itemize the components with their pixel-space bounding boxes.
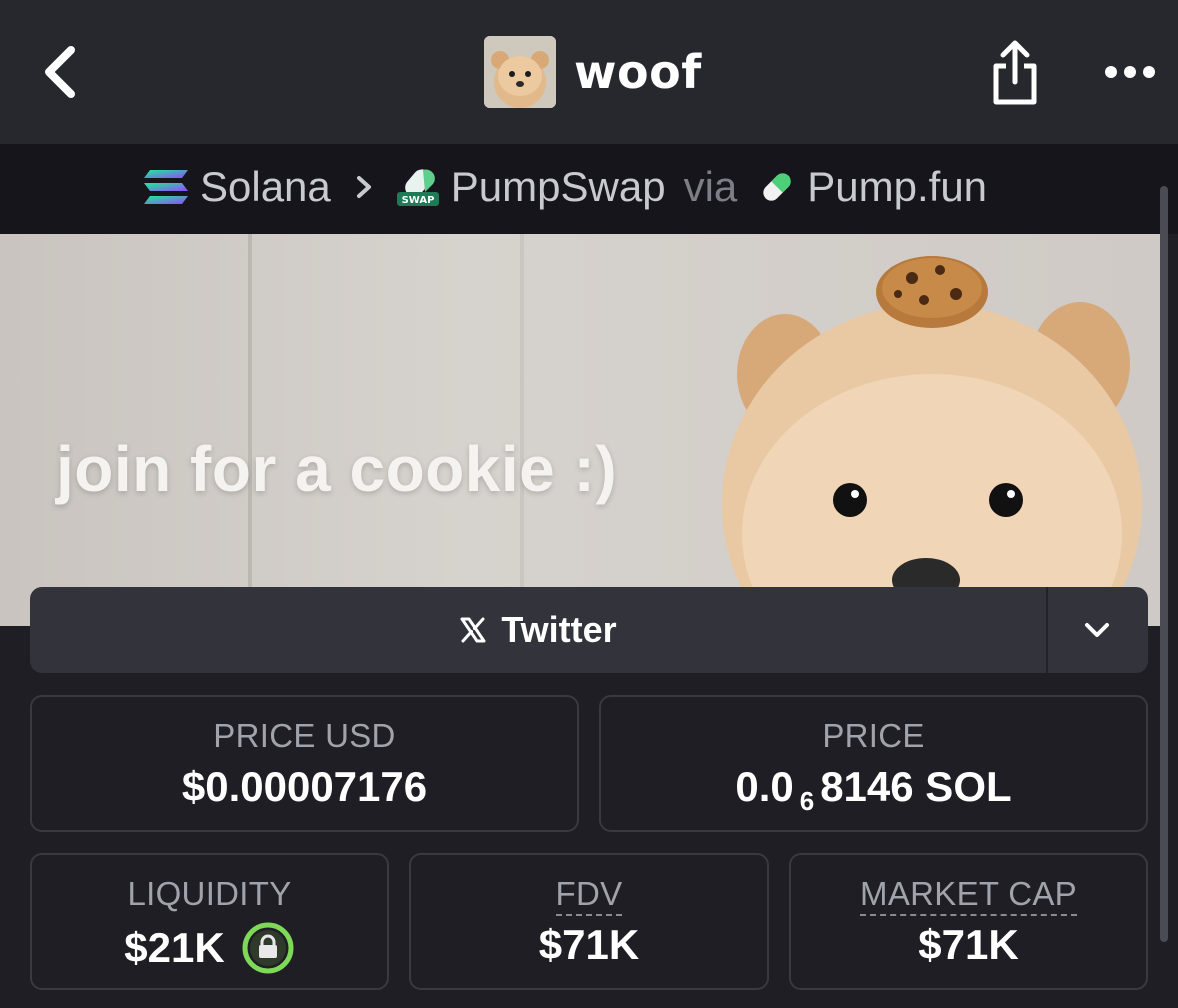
breadcrumb-launchpad[interactable]: Pump.fun xyxy=(807,163,987,211)
more-horizontal-icon xyxy=(1105,66,1155,78)
liquidity-label: LIQUIDITY xyxy=(127,875,292,912)
liquidity-value-row: $21K xyxy=(32,921,387,975)
fdv-label[interactable]: FDV xyxy=(411,875,767,916)
price-usd-card: PRICE USD $0.00007176 xyxy=(30,695,579,832)
chevron-left-icon xyxy=(45,46,75,98)
price-sol-label: PRICE xyxy=(822,717,925,754)
price-sol-prefix: 0.0 xyxy=(735,763,794,810)
twitter-button[interactable]: Twitter xyxy=(30,587,1048,673)
top-bar: woof xyxy=(0,0,1178,144)
market-cap-card: MARKET CAP $71K xyxy=(789,853,1148,990)
more-button[interactable] xyxy=(1100,52,1160,92)
breadcrumb-via: via xyxy=(683,163,738,210)
token-title: woof xyxy=(574,45,702,99)
market-cap-value: $71K xyxy=(918,921,1019,968)
social-dropdown-button[interactable] xyxy=(1048,587,1146,673)
token-title-group: woof xyxy=(484,36,702,108)
token-avatar xyxy=(484,36,556,108)
solana-icon xyxy=(142,168,190,206)
lock-icon[interactable] xyxy=(241,921,295,975)
x-logo-icon xyxy=(460,617,486,643)
twitter-label: Twitter xyxy=(501,609,617,650)
price-sol-value: 0.0 6 8146 SOL xyxy=(601,763,1146,816)
banner-caption: join for a cookie :) xyxy=(56,433,618,505)
pumpfun-pill-icon xyxy=(757,167,797,207)
price-usd-value: $0.00007176 xyxy=(181,763,428,810)
fdv-value: $71K xyxy=(538,921,640,968)
breadcrumb: Solana SWAP PumpSwap via Pump.fun xyxy=(0,144,1178,234)
svg-text:SWAP: SWAP xyxy=(401,195,434,206)
share-icon xyxy=(993,40,1037,105)
fdv-card: FDV $71K xyxy=(409,853,769,990)
puppy-illustration xyxy=(722,256,1142,626)
liquidity-card: LIQUIDITY $21K xyxy=(30,853,389,990)
breadcrumb-chain[interactable]: Solana xyxy=(200,163,331,211)
share-button[interactable] xyxy=(984,36,1046,108)
breadcrumb-dex[interactable]: PumpSwap xyxy=(451,163,666,211)
price-usd-label: PRICE USD xyxy=(213,717,396,754)
pumpswap-icon: SWAP xyxy=(395,164,441,210)
chevron-right-icon xyxy=(355,174,373,200)
price-sol-suffix: 8146 SOL xyxy=(820,763,1012,810)
token-banner xyxy=(0,234,1160,626)
liquidity-value: $21K xyxy=(124,924,225,971)
price-sol-zero-count: 6 xyxy=(799,785,815,816)
back-button[interactable] xyxy=(36,42,86,102)
price-sol-card: PRICE 0.0 6 8146 SOL xyxy=(599,695,1148,832)
social-links-bar: Twitter xyxy=(30,587,1148,673)
market-cap-label[interactable]: MARKET CAP xyxy=(791,875,1146,916)
chevron-down-icon xyxy=(1085,623,1109,637)
scrollbar[interactable] xyxy=(1160,186,1168,942)
